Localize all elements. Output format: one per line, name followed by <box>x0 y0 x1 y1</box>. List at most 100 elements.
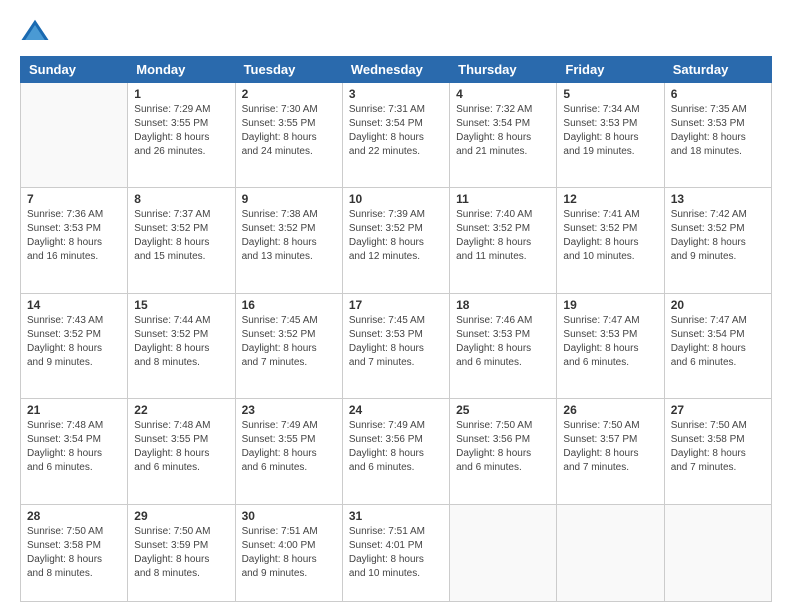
day-info: Sunrise: 7:50 AM Sunset: 3:57 PM Dayligh… <box>563 419 657 475</box>
day-number: 15 <box>134 298 228 312</box>
calendar-cell: 11 Sunrise: 7:40 AM Sunset: 3:52 PM Dayli… <box>450 188 557 293</box>
day-info: Sunrise: 7:42 AM Sunset: 3:52 PM Dayligh… <box>671 208 765 264</box>
day-info: Sunrise: 7:45 AM Sunset: 3:52 PM Dayligh… <box>242 314 336 370</box>
calendar-cell: 19 Sunrise: 7:47 AM Sunset: 3:53 PM Dayli… <box>557 293 664 398</box>
calendar-cell: 29 Sunrise: 7:50 AM Sunset: 3:59 PM Dayli… <box>128 504 235 601</box>
weekday-header: Friday <box>557 57 664 83</box>
day-number: 23 <box>242 403 336 417</box>
calendar-cell: 12Sunrise: 7:41 AM Sunset: 3:52 PM Dayli… <box>557 188 664 293</box>
day-number: 24 <box>349 403 443 417</box>
weekday-header: Tuesday <box>235 57 342 83</box>
logo <box>20 16 54 46</box>
day-info: Sunrise: 7:50 AM Sunset: 3:59 PM Dayligh… <box>134 525 228 581</box>
day-info: Sunrise: 7:46 AM Sunset: 3:53 PM Dayligh… <box>456 314 550 370</box>
calendar-cell <box>557 504 664 601</box>
calendar-week-row: 14 Sunrise: 7:43 AM Sunset: 3:52 PM Dayli… <box>21 293 772 398</box>
weekday-header: Sunday <box>21 57 128 83</box>
day-number: 6 <box>671 87 765 101</box>
day-info: Sunrise: 7:48 AM Sunset: 3:54 PM Dayligh… <box>27 419 121 475</box>
weekday-header: Saturday <box>664 57 771 83</box>
calendar-cell: 13 Sunrise: 7:42 AM Sunset: 3:52 PM Dayli… <box>664 188 771 293</box>
calendar-cell <box>21 83 128 188</box>
day-number: 13 <box>671 192 765 206</box>
day-info: Sunrise: 7:38 AM Sunset: 3:52 PM Dayligh… <box>242 208 336 264</box>
calendar-cell: 30 Sunrise: 7:51 AM Sunset: 4:00 PM Dayli… <box>235 504 342 601</box>
weekday-header: Monday <box>128 57 235 83</box>
day-info: Sunrise: 7:32 AM Sunset: 3:54 PM Dayligh… <box>456 103 550 159</box>
day-number: 14 <box>27 298 121 312</box>
day-info: Sunrise: 7:37 AM Sunset: 3:52 PM Dayligh… <box>134 208 228 264</box>
calendar-cell: 8 Sunrise: 7:37 AM Sunset: 3:52 PM Daylig… <box>128 188 235 293</box>
calendar-week-row: 7Sunrise: 7:36 AM Sunset: 3:53 PM Daylig… <box>21 188 772 293</box>
calendar-cell: 16Sunrise: 7:45 AM Sunset: 3:52 PM Dayli… <box>235 293 342 398</box>
day-info: Sunrise: 7:49 AM Sunset: 3:56 PM Dayligh… <box>349 419 443 475</box>
calendar-cell: 15 Sunrise: 7:44 AM Sunset: 3:52 PM Dayli… <box>128 293 235 398</box>
calendar-cell: 18 Sunrise: 7:46 AM Sunset: 3:53 PM Dayli… <box>450 293 557 398</box>
calendar-cell: 31 Sunrise: 7:51 AM Sunset: 4:01 PM Dayli… <box>342 504 449 601</box>
calendar-cell: 6 Sunrise: 7:35 AM Sunset: 3:53 PM Daylig… <box>664 83 771 188</box>
calendar-cell: 26 Sunrise: 7:50 AM Sunset: 3:57 PM Dayli… <box>557 399 664 504</box>
calendar-cell: 22Sunrise: 7:48 AM Sunset: 3:55 PM Dayli… <box>128 399 235 504</box>
calendar-cell: 17Sunrise: 7:45 AM Sunset: 3:53 PM Dayli… <box>342 293 449 398</box>
day-info: Sunrise: 7:51 AM Sunset: 4:00 PM Dayligh… <box>242 525 336 581</box>
day-number: 11 <box>456 192 550 206</box>
day-number: 4 <box>456 87 550 101</box>
day-info: Sunrise: 7:47 AM Sunset: 3:54 PM Dayligh… <box>671 314 765 370</box>
calendar-header-row: SundayMondayTuesdayWednesdayThursdayFrid… <box>21 57 772 83</box>
calendar-cell: 23 Sunrise: 7:49 AM Sunset: 3:55 PM Dayli… <box>235 399 342 504</box>
calendar-cell: 5 Sunrise: 7:34 AM Sunset: 3:53 PM Daylig… <box>557 83 664 188</box>
calendar-cell: 14 Sunrise: 7:43 AM Sunset: 3:52 PM Dayli… <box>21 293 128 398</box>
calendar-cell: 25 Sunrise: 7:50 AM Sunset: 3:56 PM Dayli… <box>450 399 557 504</box>
day-number: 25 <box>456 403 550 417</box>
day-info: Sunrise: 7:34 AM Sunset: 3:53 PM Dayligh… <box>563 103 657 159</box>
day-number: 18 <box>456 298 550 312</box>
calendar: SundayMondayTuesdayWednesdayThursdayFrid… <box>20 56 772 602</box>
day-info: Sunrise: 7:29 AM Sunset: 3:55 PM Dayligh… <box>134 103 228 159</box>
day-number: 21 <box>27 403 121 417</box>
day-number: 8 <box>134 192 228 206</box>
day-info: Sunrise: 7:47 AM Sunset: 3:53 PM Dayligh… <box>563 314 657 370</box>
day-number: 29 <box>134 509 228 523</box>
calendar-cell: 24 Sunrise: 7:49 AM Sunset: 3:56 PM Dayli… <box>342 399 449 504</box>
calendar-cell: 4 Sunrise: 7:32 AM Sunset: 3:54 PM Daylig… <box>450 83 557 188</box>
calendar-cell <box>664 504 771 601</box>
calendar-cell: 10 Sunrise: 7:39 AM Sunset: 3:52 PM Dayli… <box>342 188 449 293</box>
calendar-week-row: 1Sunrise: 7:29 AM Sunset: 3:55 PM Daylig… <box>21 83 772 188</box>
day-number: 31 <box>349 509 443 523</box>
day-number: 19 <box>563 298 657 312</box>
day-info: Sunrise: 7:30 AM Sunset: 3:55 PM Dayligh… <box>242 103 336 159</box>
day-number: 12 <box>563 192 657 206</box>
header <box>20 16 772 46</box>
day-number: 7 <box>27 192 121 206</box>
day-info: Sunrise: 7:50 AM Sunset: 3:58 PM Dayligh… <box>27 525 121 581</box>
day-number: 30 <box>242 509 336 523</box>
day-number: 2 <box>242 87 336 101</box>
day-number: 20 <box>671 298 765 312</box>
day-number: 9 <box>242 192 336 206</box>
day-info: Sunrise: 7:43 AM Sunset: 3:52 PM Dayligh… <box>27 314 121 370</box>
day-info: Sunrise: 7:50 AM Sunset: 3:56 PM Dayligh… <box>456 419 550 475</box>
weekday-header: Wednesday <box>342 57 449 83</box>
day-number: 27 <box>671 403 765 417</box>
day-number: 3 <box>349 87 443 101</box>
calendar-cell: 2 Sunrise: 7:30 AM Sunset: 3:55 PM Daylig… <box>235 83 342 188</box>
calendar-cell: 28 Sunrise: 7:50 AM Sunset: 3:58 PM Dayli… <box>21 504 128 601</box>
day-info: Sunrise: 7:45 AM Sunset: 3:53 PM Dayligh… <box>349 314 443 370</box>
calendar-cell: 7Sunrise: 7:36 AM Sunset: 3:53 PM Daylig… <box>21 188 128 293</box>
day-number: 5 <box>563 87 657 101</box>
day-info: Sunrise: 7:31 AM Sunset: 3:54 PM Dayligh… <box>349 103 443 159</box>
day-number: 10 <box>349 192 443 206</box>
calendar-cell <box>450 504 557 601</box>
day-info: Sunrise: 7:51 AM Sunset: 4:01 PM Dayligh… <box>349 525 443 581</box>
day-info: Sunrise: 7:44 AM Sunset: 3:52 PM Dayligh… <box>134 314 228 370</box>
calendar-cell: 3 Sunrise: 7:31 AM Sunset: 3:54 PM Daylig… <box>342 83 449 188</box>
day-number: 28 <box>27 509 121 523</box>
day-info: Sunrise: 7:49 AM Sunset: 3:55 PM Dayligh… <box>242 419 336 475</box>
day-number: 26 <box>563 403 657 417</box>
day-info: Sunrise: 7:40 AM Sunset: 3:52 PM Dayligh… <box>456 208 550 264</box>
calendar-cell: 27Sunrise: 7:50 AM Sunset: 3:58 PM Dayli… <box>664 399 771 504</box>
day-info: Sunrise: 7:39 AM Sunset: 3:52 PM Dayligh… <box>349 208 443 264</box>
page: SundayMondayTuesdayWednesdayThursdayFrid… <box>0 0 792 612</box>
day-info: Sunrise: 7:48 AM Sunset: 3:55 PM Dayligh… <box>134 419 228 475</box>
day-info: Sunrise: 7:35 AM Sunset: 3:53 PM Dayligh… <box>671 103 765 159</box>
